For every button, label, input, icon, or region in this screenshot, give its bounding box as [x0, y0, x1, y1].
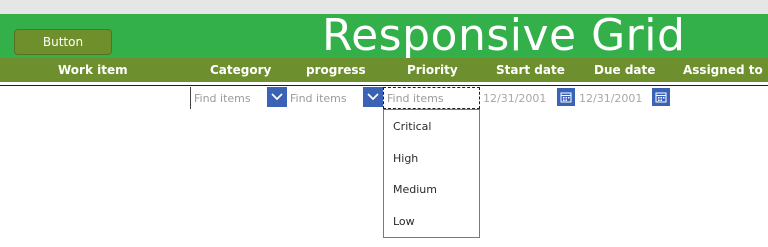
priority-option-medium[interactable]: Medium: [393, 183, 437, 196]
column-header-priority: Priority: [407, 63, 458, 77]
due-date-calendar-button[interactable]: [652, 88, 670, 106]
page-title: Responsive Grid: [322, 10, 686, 61]
column-header-category: Category: [210, 63, 272, 77]
column-header-work-item: Work item: [58, 63, 128, 77]
priority-dropdown-list: Critical High Medium Low: [383, 109, 480, 238]
priority-option-critical[interactable]: Critical: [393, 120, 431, 133]
column-header-due-date: Due date: [594, 63, 656, 77]
primary-button[interactable]: Button: [14, 29, 112, 55]
column-header-assigned-to: Assigned to: [683, 63, 763, 77]
priority-option-high[interactable]: High: [393, 152, 418, 165]
start-date-calendar-button[interactable]: [557, 88, 575, 106]
calendar-icon: [655, 91, 667, 103]
calendar-icon: [560, 91, 572, 103]
priority-search-input[interactable]: Find items: [383, 87, 480, 109]
chevron-down-icon: [367, 91, 379, 104]
category-dropdown-button[interactable]: [267, 87, 287, 107]
header-divider: [0, 85, 768, 86]
column-header-start-date: Start date: [496, 63, 565, 77]
priority-option-low[interactable]: Low: [393, 215, 415, 228]
column-header-progress: progress: [306, 63, 366, 77]
grid-header-row: Work item Category progress Priority Sta…: [0, 58, 768, 82]
chevron-down-icon: [271, 91, 283, 104]
app-root: Button Responsive Grid Work item Categor…: [0, 0, 768, 247]
progress-dropdown-button[interactable]: [363, 87, 383, 107]
